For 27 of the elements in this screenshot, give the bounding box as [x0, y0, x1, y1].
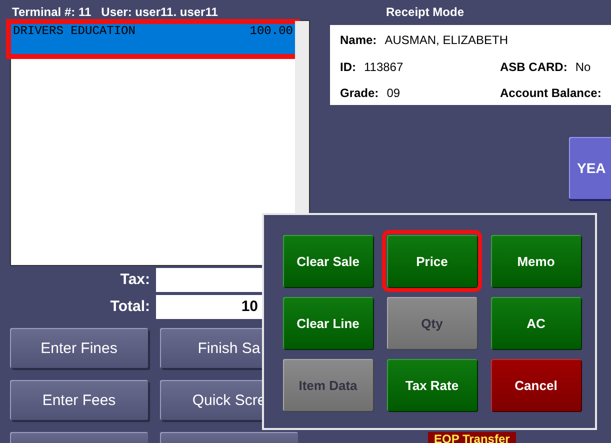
- field-value: 09: [386, 86, 400, 102]
- popup-button[interactable]: Price: [387, 235, 477, 287]
- action-button[interactable]: Enter Fines: [10, 328, 148, 368]
- field-label: ID:: [340, 60, 356, 76]
- total-label: Tax:: [119, 271, 150, 288]
- field-value: 113867: [364, 60, 404, 76]
- field-value: AUSMAN, ELIZABETH: [384, 33, 508, 49]
- total-field: 10: [156, 294, 262, 318]
- field-label: Account Balance:: [500, 86, 602, 102]
- year-button[interactable]: YEA: [569, 137, 611, 199]
- field-value: No: [575, 60, 591, 76]
- popup-button[interactable]: Cancel: [491, 359, 581, 411]
- field-label: Grade:: [340, 86, 379, 102]
- eop-transfer-tag[interactable]: EOP Transfer: [428, 432, 516, 443]
- popup-button[interactable]: AC: [491, 297, 581, 349]
- terminal-label: Terminal #: 11: [12, 5, 92, 19]
- popup-button[interactable]: Clear Line: [283, 297, 373, 349]
- sale-item-row[interactable]: DRIVERS EDUCATION 100.00: [11, 24, 295, 54]
- mode-title: Receipt Mode: [385, 4, 466, 20]
- total-label: Total:: [109, 298, 150, 315]
- field-label: ASB CARD:: [500, 60, 568, 76]
- field-label: Name:: [340, 33, 377, 49]
- popup-button[interactable]: Clear Sale: [283, 235, 373, 287]
- action-button[interactable]: Enter Fees: [10, 380, 148, 420]
- popup-button[interactable]: Tax Rate: [387, 359, 477, 411]
- popup-button[interactable]: Memo: [491, 235, 581, 287]
- user-label: User: user11. user11: [101, 5, 218, 19]
